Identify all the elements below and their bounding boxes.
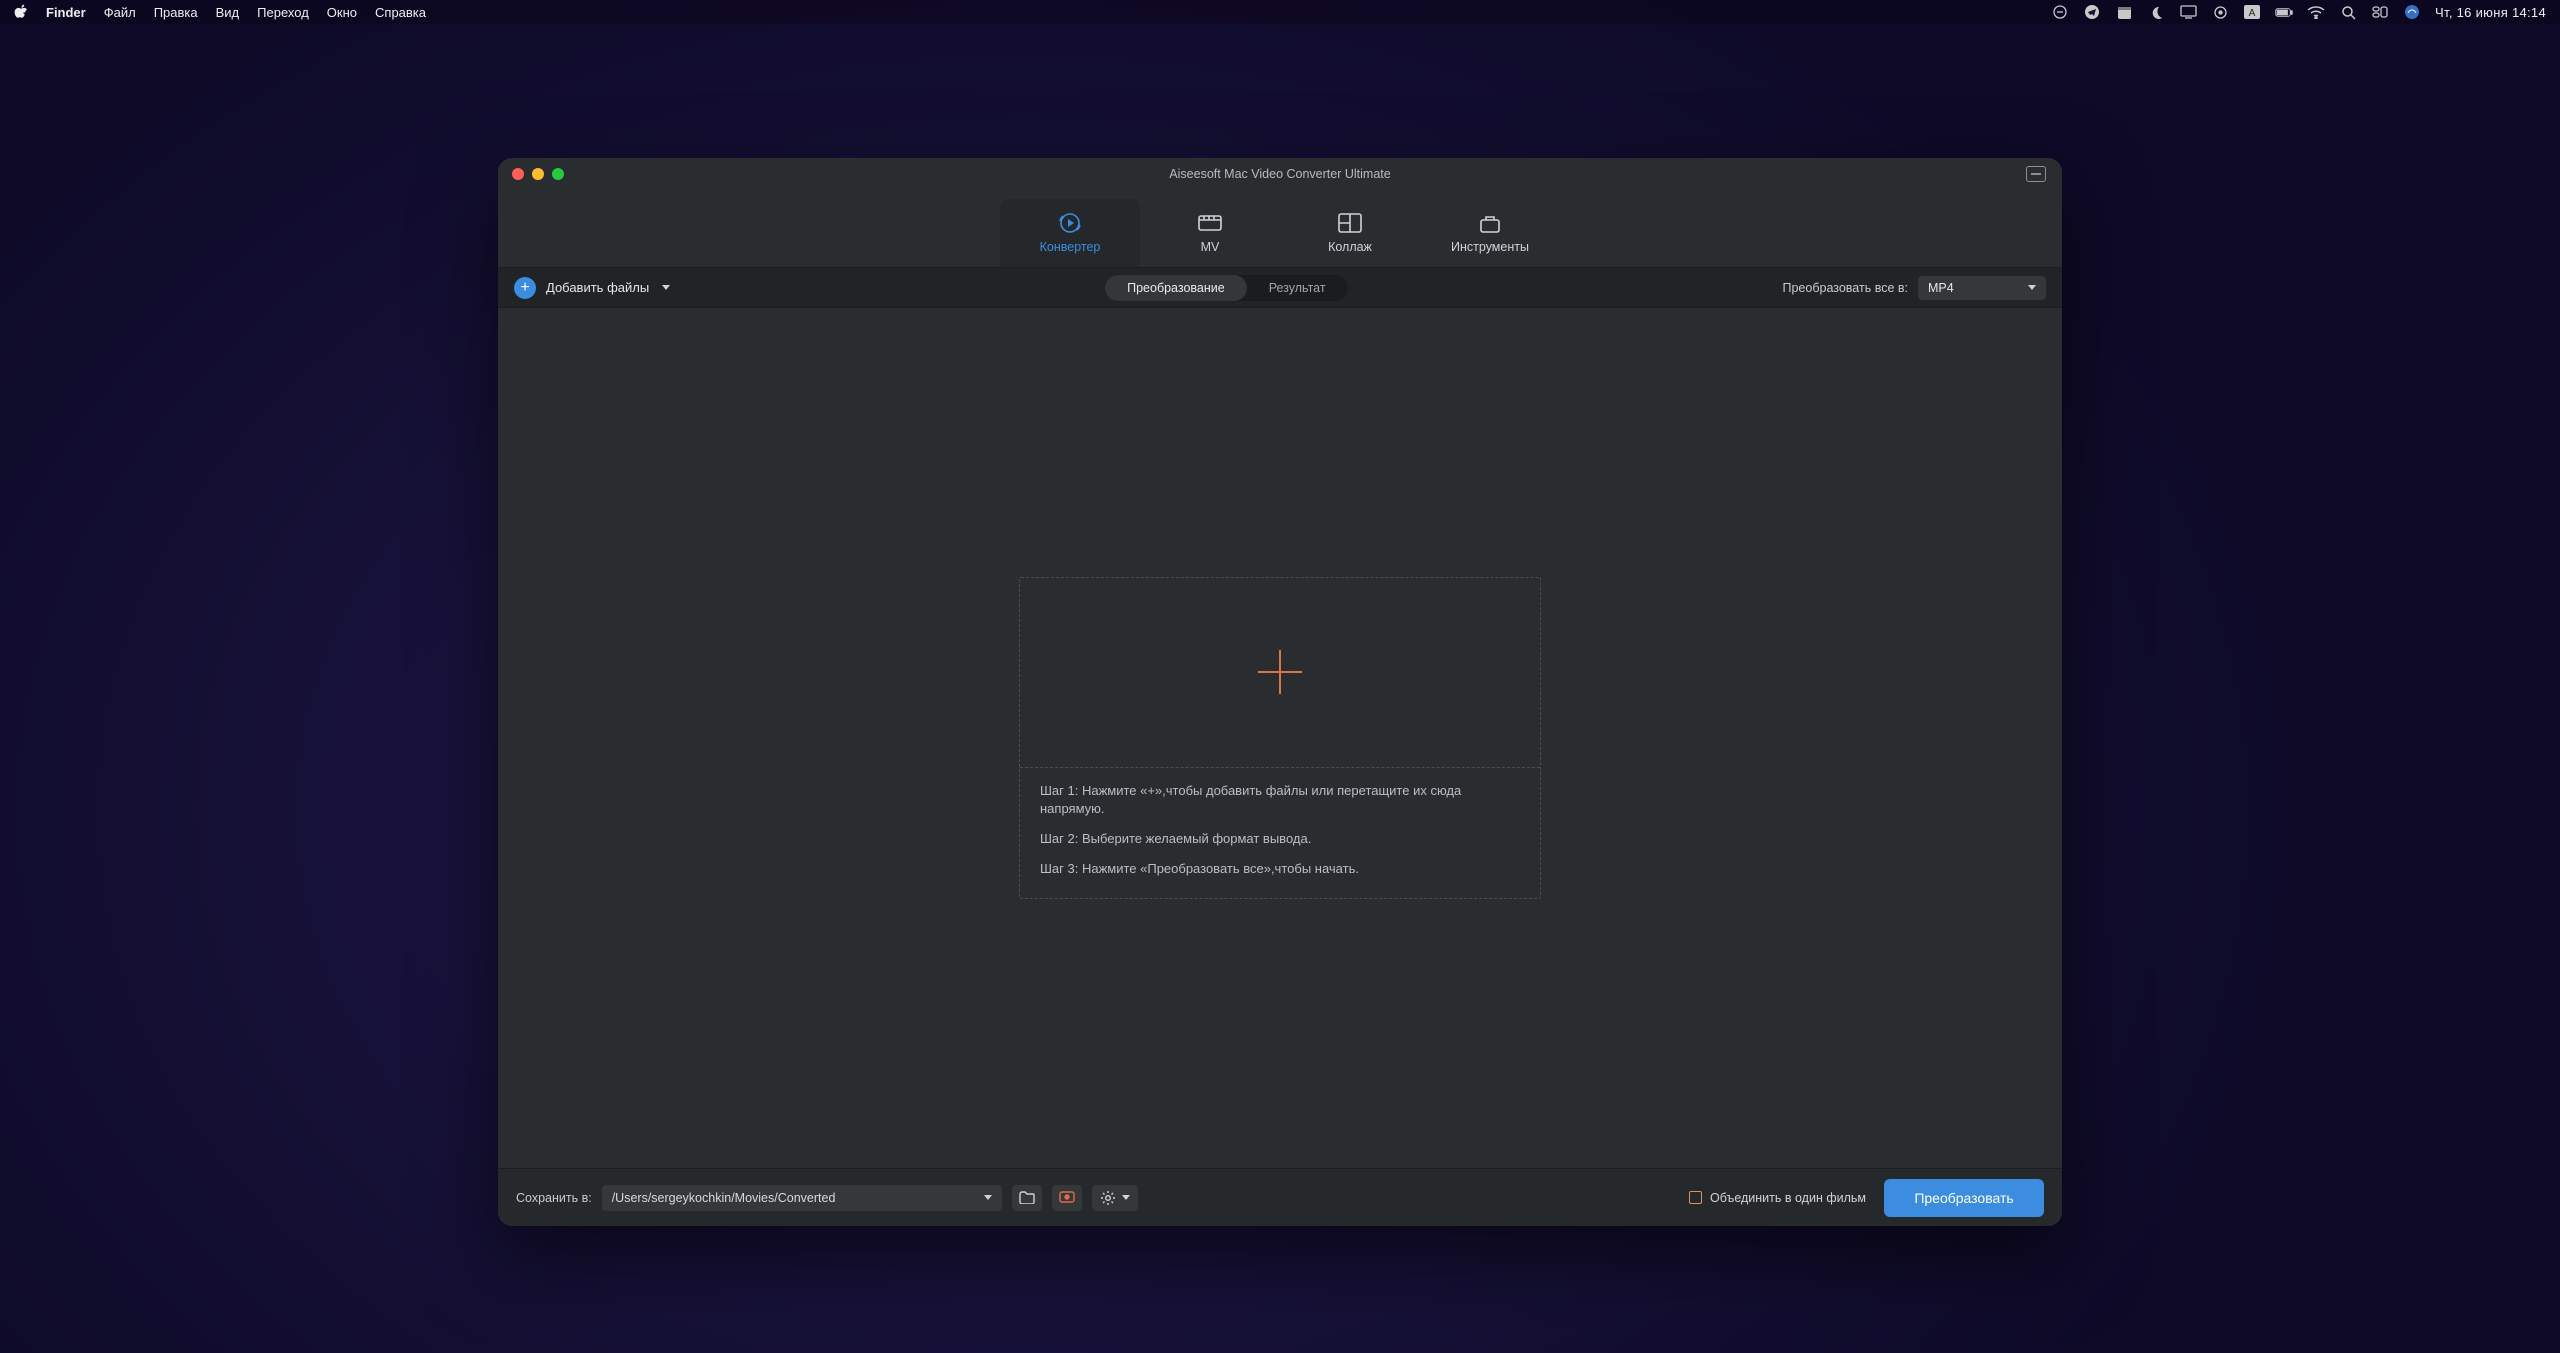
output-format-dropdown[interactable]: MP4 [1918,276,2046,300]
add-files-label: Добавить файлы [546,280,649,295]
collage-icon [1337,212,1363,234]
chevron-down-icon [984,1195,992,1200]
svg-text:A: A [2249,8,2256,19]
window-title: Aiseesoft Mac Video Converter Ultimate [1169,167,1390,181]
menu-go[interactable]: Переход [257,5,309,20]
convert-all-label: Преобразовать все в: [1783,281,1908,295]
control-center-icon[interactable] [2371,3,2389,21]
tab-collage[interactable]: Коллаж [1280,199,1420,267]
menubar-left: Finder Файл Правка Вид Переход Окно Спра… [14,4,426,20]
bottom-bar: Сохранить в: /Users/sergeykochkin/Movies… [498,1168,2062,1226]
chevron-down-icon [2028,285,2036,290]
moon-icon[interactable] [2147,3,2165,21]
display-icon[interactable] [2179,3,2197,21]
macos-menubar: Finder Файл Правка Вид Переход Окно Спра… [0,0,2560,24]
merge-checkbox[interactable] [1689,1191,1702,1204]
pill-result[interactable]: Результат [1247,275,1348,301]
merge-label: Объединить в один фильм [1710,1191,1866,1205]
file-dropzone[interactable]: Шаг 1: Нажмите «+»,чтобы добавить файлы … [1019,577,1541,900]
chevron-down-icon [662,285,670,290]
menu-help[interactable]: Справка [375,5,426,20]
tab-tools-label: Инструменты [1451,240,1529,254]
save-path-value: /Users/sergeykochkin/Movies/Converted [612,1191,836,1205]
status-icon-1[interactable] [2051,3,2069,21]
calendar-icon[interactable] [2115,3,2133,21]
menubar-clock[interactable]: Чт, 16 июня 14:14 [2435,5,2546,20]
sync-icon[interactable] [2211,3,2229,21]
wifi-icon[interactable] [2307,3,2325,21]
save-to-label: Сохранить в: [516,1191,592,1205]
add-files-button[interactable]: + Добавить файлы [514,277,670,299]
bottom-right: Объединить в один фильм Преобразовать [1689,1179,2044,1217]
pill-convert[interactable]: Преобразование [1105,275,1247,301]
menubar-app-name[interactable]: Finder [46,5,86,20]
menu-window[interactable]: Окно [327,5,357,20]
main-tabs: Конвертер MV Коллаж Инструменты [498,190,2062,268]
plus-icon: + [514,277,536,299]
menu-view[interactable]: Вид [216,5,240,20]
tools-icon [1477,212,1503,234]
menubar-right: A Чт, 16 июня 14:14 [2051,3,2546,21]
dropzone-steps: Шаг 1: Нажмите «+»,чтобы добавить файлы … [1020,768,1540,879]
spotlight-icon[interactable] [2339,3,2357,21]
tab-mv-label: MV [1201,240,1220,254]
tab-converter-label: Конвертер [1040,240,1101,254]
merge-checkbox-group[interactable]: Объединить в один фильм [1689,1191,1866,1205]
convert-all-group: Преобразовать все в: MP4 [1783,276,2046,300]
save-path-dropdown[interactable]: /Users/sergeykochkin/Movies/Converted [602,1185,1002,1211]
converter-icon [1057,212,1083,234]
menu-edit[interactable]: Правка [154,5,198,20]
plus-icon [1258,650,1302,694]
siri-icon[interactable] [2403,3,2421,21]
tab-tools[interactable]: Инструменты [1420,199,1560,267]
chevron-down-icon [1122,1195,1130,1200]
dropzone-step3: Шаг 3: Нажмите «Преобразовать все»,чтобы… [1040,860,1520,878]
apple-menu-icon[interactable] [14,4,28,20]
window-titlebar: Aiseesoft Mac Video Converter Ultimate [498,158,2062,190]
open-folder-button[interactable] [1012,1185,1042,1211]
gear-icon [1100,1190,1116,1206]
tab-collage-label: Коллаж [1328,240,1372,254]
input-source-icon[interactable]: A [2243,3,2261,21]
window-traffic-lights [512,168,564,180]
stage: Шаг 1: Нажмите «+»,чтобы добавить файлы … [498,308,2062,1168]
convert-button[interactable]: Преобразовать [1884,1179,2044,1217]
tab-converter[interactable]: Конвертер [1000,199,1140,267]
app-window: Aiseesoft Mac Video Converter Ultimate К… [498,158,2062,1226]
dropzone-plus-area[interactable] [1020,578,1540,768]
bottom-left: Сохранить в: /Users/sergeykochkin/Movies… [516,1185,1138,1211]
telegram-icon[interactable] [2083,3,2101,21]
settings-button[interactable] [1092,1185,1138,1211]
window-zoom-button[interactable] [552,168,564,180]
window-close-button[interactable] [512,168,524,180]
dropzone-step2: Шаг 2: Выберите желаемый формат вывода. [1040,830,1520,848]
titlebar-aux-icon[interactable] [2026,166,2046,182]
tab-mv[interactable]: MV [1140,199,1280,267]
sub-toolbar: + Добавить файлы Преобразование Результа… [498,268,2062,308]
gpu-accel-button[interactable] [1052,1185,1082,1211]
dropzone-step1: Шаг 1: Нажмите «+»,чтобы добавить файлы … [1040,782,1520,818]
output-format-value: MP4 [1928,281,1954,295]
mode-toggle: Преобразование Результат [1105,275,1347,301]
window-minimize-button[interactable] [532,168,544,180]
mv-icon [1197,212,1223,234]
menu-file[interactable]: Файл [104,5,136,20]
battery-icon[interactable] [2275,3,2293,21]
